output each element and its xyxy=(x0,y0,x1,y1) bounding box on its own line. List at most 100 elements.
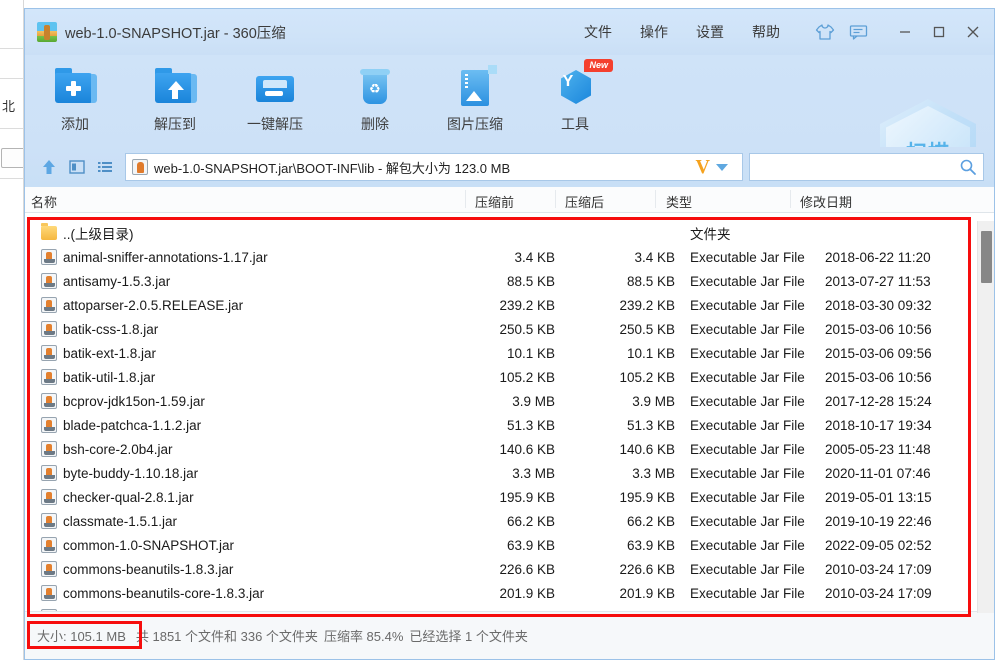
cell-name: animal-sniffer-annotations-1.17.jar xyxy=(41,249,268,265)
table-row[interactable]: antisamy-1.5.3.jar 88.5 KB 88.5 KB Executab… xyxy=(25,269,994,293)
table-row[interactable]: batik-util-1.8.jar 105.2 KB 105.2 KB Execut… xyxy=(25,365,994,389)
column-header-pre[interactable]: 压缩前 xyxy=(475,192,514,211)
table-row[interactable]: attoparser-2.0.5.RELEASE.jar 239.2 KB 239.… xyxy=(25,293,994,317)
delete-button[interactable]: ♻ 删除 xyxy=(325,61,425,141)
cell-size-after: 239.2 KB xyxy=(619,297,675,313)
column-header-date[interactable]: 修改日期 xyxy=(800,192,852,211)
table-row[interactable]: commons-beanutils-core-1.8.3.jar 201.9 KB… xyxy=(25,581,994,605)
column-header-post[interactable]: 压缩后 xyxy=(565,192,604,211)
jar-file-icon xyxy=(132,159,148,175)
address-field[interactable]: web-1.0-SNAPSHOT.jar\BOOT-INF\lib - 解包大小… xyxy=(125,153,743,181)
app-window: web-1.0-SNAPSHOT.jar - 360压缩 文件 操作 设置 帮助 xyxy=(24,8,995,660)
cell-type: Executable Jar File xyxy=(690,561,805,577)
table-row[interactable]: batik-ext-1.8.jar 10.1 KB 10.1 KB Executabl… xyxy=(25,341,994,365)
brand-v-logo: V xyxy=(695,156,710,178)
cell-date: 2018-10-17 19:34 xyxy=(825,417,932,433)
one-click-extract-button[interactable]: 一键解压 xyxy=(225,61,325,141)
jar-icon xyxy=(41,345,57,361)
chevron-down-icon[interactable] xyxy=(716,163,728,171)
cell-size-after: 226.6 KB xyxy=(619,561,675,577)
view-mode-icon[interactable] xyxy=(63,153,91,181)
table-row[interactable]: checker-qual-2.8.1.jar 195.9 KB 195.9 KB Ex… xyxy=(25,485,994,509)
up-arrow-icon[interactable] xyxy=(35,153,63,181)
cell-type: Executable Jar File xyxy=(690,393,805,409)
close-button[interactable] xyxy=(956,15,990,49)
cell-size-after: 63.9 KB xyxy=(626,537,675,553)
file-list[interactable]: ..(上级目录) 文件夹 animal-sniffer-annotations-1.… xyxy=(25,221,994,613)
menu-bar: 文件 操作 设置 帮助 xyxy=(570,15,994,49)
cell-name: antisamy-1.5.3.jar xyxy=(41,273,170,289)
cell-type: Executable Jar File xyxy=(690,537,805,553)
cell-size-after: 51.3 KB xyxy=(626,417,675,433)
cell-date: 2017-12-28 15:24 xyxy=(825,393,932,409)
cell-size-after: 195.9 KB xyxy=(619,489,675,505)
title-left: web-1.0-SNAPSHOT.jar - 360压缩 xyxy=(25,22,286,43)
table-row[interactable]: ..(上级目录) 文件夹 xyxy=(25,221,994,245)
table-row[interactable]: bcprov-jdk15on-1.59.jar 3.9 MB 3.9 MB Execu… xyxy=(25,389,994,413)
add-button[interactable]: 添加 xyxy=(25,61,125,141)
menu-action[interactable]: 操作 xyxy=(626,18,682,46)
cell-size-after: 66.2 KB xyxy=(626,513,675,529)
cell-name: blade-patchca-1.1.2.jar xyxy=(41,417,201,433)
search-input[interactable] xyxy=(756,159,959,175)
cell-name: batik-ext-1.8.jar xyxy=(41,345,156,361)
scrollbar-thumb[interactable] xyxy=(981,231,992,283)
cell-type: Executable Jar File xyxy=(690,585,805,601)
cell-size-after: 10.1 KB xyxy=(626,345,675,361)
column-header-type[interactable]: 类型 xyxy=(666,192,692,211)
address-path-text: web-1.0-SNAPSHOT.jar\BOOT-INF\lib - 解包大小… xyxy=(154,160,511,176)
list-mode-icon[interactable] xyxy=(91,153,119,181)
table-row[interactable]: animal-sniffer-annotations-1.17.jar 3.4 K… xyxy=(25,245,994,269)
image-compress-button[interactable]: 图片压缩 xyxy=(425,61,525,141)
cell-size-after: 201.9 KB xyxy=(619,585,675,601)
cell-size-after: 3.3 MB xyxy=(632,465,675,481)
menu-file[interactable]: 文件 xyxy=(570,18,626,46)
file-name-text: classmate-1.5.1.jar xyxy=(63,513,178,529)
window-controls xyxy=(888,15,990,49)
cell-type: Executable Jar File xyxy=(690,321,805,337)
file-name-text: checker-qual-2.8.1.jar xyxy=(63,489,194,505)
folder-extract-icon xyxy=(153,65,197,109)
jar-icon xyxy=(41,465,57,481)
delete-bin-icon: ♻ xyxy=(353,65,397,109)
cell-size-before: 3.3 MB xyxy=(512,465,555,481)
column-header-name[interactable]: 名称 xyxy=(31,192,57,211)
address-bar: web-1.0-SNAPSHOT.jar\BOOT-INF\lib - 解包大小… xyxy=(25,147,994,187)
feedback-icon[interactable] xyxy=(842,17,876,47)
table-row[interactable]: batik-css-1.8.jar 250.5 KB 250.5 KB Executa… xyxy=(25,317,994,341)
cell-date: 2015-03-06 10:56 xyxy=(825,321,932,337)
table-row[interactable]: commons-beanutils-1.8.3.jar 226.6 KB 226.6… xyxy=(25,557,994,581)
skin-icon[interactable] xyxy=(808,17,842,47)
table-row[interactable]: classmate-1.5.1.jar 66.2 KB 66.2 KB Executa… xyxy=(25,509,994,533)
tools-button[interactable]: New Y 工具 xyxy=(525,59,625,141)
vertical-scrollbar[interactable] xyxy=(977,221,994,613)
search-box[interactable] xyxy=(749,153,984,181)
status-counts: 共 1851 个文件和 336 个文件夹 xyxy=(135,629,318,644)
cell-name: common-1.0-SNAPSHOT.jar xyxy=(41,537,234,553)
table-row[interactable]: blade-patchca-1.1.2.jar 51.3 KB 51.3 KB Exe… xyxy=(25,413,994,437)
menu-help[interactable]: 帮助 xyxy=(738,18,794,46)
one-click-extract-icon xyxy=(253,65,297,109)
extract-to-button[interactable]: 解压到 xyxy=(125,61,225,141)
table-row[interactable]: bsh-core-2.0b4.jar 140.6 KB 140.6 KB Execut… xyxy=(25,437,994,461)
cell-size-before: 66.2 KB xyxy=(506,513,555,529)
cell-name: classmate-1.5.1.jar xyxy=(41,513,177,529)
cell-size-after: 250.5 KB xyxy=(619,321,675,337)
cell-size-before: 3.9 MB xyxy=(512,393,555,409)
table-row[interactable]: byte-buddy-1.10.18.jar 3.3 MB 3.3 MB Execut… xyxy=(25,461,994,485)
tools-button-label: 工具 xyxy=(561,116,589,132)
jar-icon xyxy=(41,297,57,313)
file-name-text: blade-patchca-1.1.2.jar xyxy=(63,417,202,433)
cell-name: bcprov-jdk15on-1.59.jar xyxy=(41,393,205,409)
menu-settings[interactable]: 设置 xyxy=(682,18,738,46)
table-row[interactable]: common-1.0-SNAPSHOT.jar 63.9 KB 63.9 KB Exe… xyxy=(25,533,994,557)
file-name-text: bcprov-jdk15on-1.59.jar xyxy=(63,393,205,409)
cell-name: commons-beanutils-core-1.8.3.jar xyxy=(41,585,264,601)
minimize-button[interactable] xyxy=(888,15,922,49)
file-name-text: batik-ext-1.8.jar xyxy=(63,345,157,361)
file-name-text: byte-buddy-1.10.18.jar xyxy=(63,465,199,481)
search-icon[interactable] xyxy=(959,158,977,176)
maximize-button[interactable] xyxy=(922,15,956,49)
background-window: 北 xyxy=(0,0,24,660)
cell-type: Executable Jar File xyxy=(690,273,805,289)
